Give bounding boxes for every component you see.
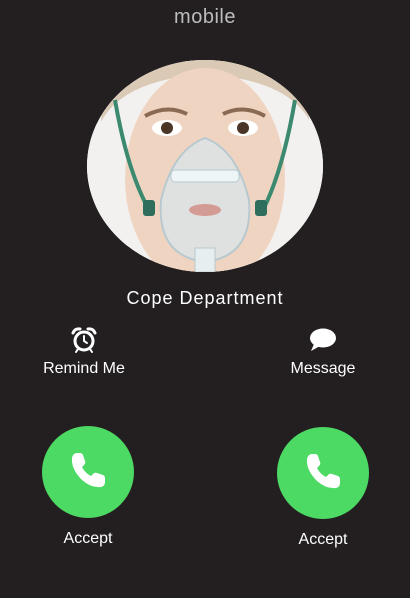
- accept-button-right[interactable]: Accept: [258, 427, 388, 549]
- accept-circle[interactable]: [277, 427, 369, 519]
- alarm-clock-icon: [19, 326, 149, 354]
- remind-me-label: Remind Me: [43, 360, 125, 377]
- accept-button-left[interactable]: Accept: [23, 426, 153, 548]
- speech-bubble-icon: [258, 326, 388, 354]
- accept-label: Accept: [298, 531, 348, 548]
- phone-handset-icon: [302, 450, 344, 497]
- message-button[interactable]: Message: [258, 326, 388, 378]
- message-label: Message: [290, 360, 356, 377]
- call-type-label: mobile: [174, 6, 236, 28]
- remind-me-button[interactable]: Remind Me: [19, 326, 149, 378]
- accept-circle[interactable]: [42, 426, 134, 518]
- phone-handset-icon: [67, 449, 109, 496]
- caller-avatar: [87, 60, 323, 272]
- accept-label: Accept: [63, 530, 113, 547]
- caller-name: Cope Department: [126, 288, 284, 308]
- incoming-call-screen: mobile Cope Department Remind Me Message…: [0, 0, 410, 598]
